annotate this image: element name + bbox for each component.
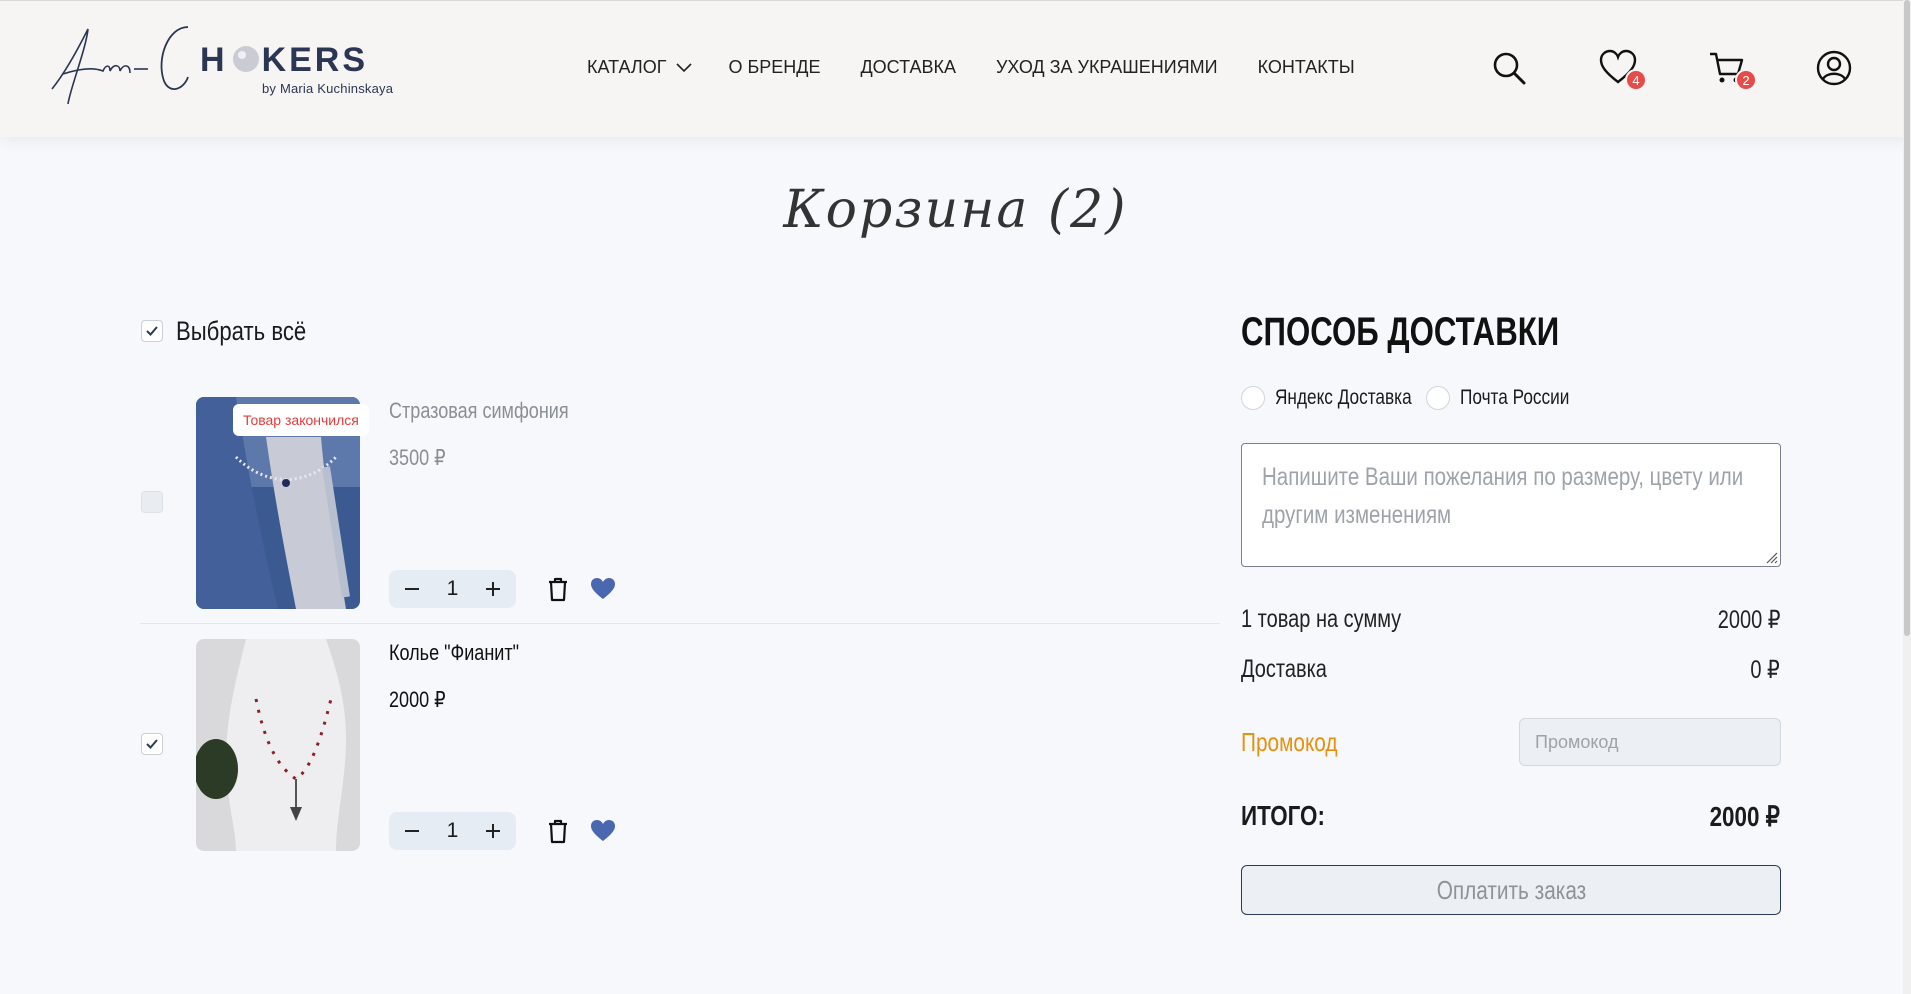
scrollbar[interactable] [1903, 0, 1911, 994]
cart-icon[interactable]: 2 [1708, 49, 1757, 91]
wishes-placeholder: Напишите Ваши пожелания по размеру, цвет… [1262, 463, 1744, 529]
select-all-checkbox[interactable] [141, 320, 163, 342]
item-price: 2000 ₽ [389, 687, 446, 712]
page-title: Корзина (2) [783, 180, 1128, 240]
nav-care[interactable]: УХОД ЗА УКРАШЕНИЯМИ [996, 57, 1218, 78]
favorite-heart-icon[interactable] [589, 575, 617, 603]
quantity-value: 1 [446, 819, 459, 842]
nav-contacts[interactable]: КОНТАКТЫ [1258, 57, 1355, 78]
decrease-button[interactable] [399, 818, 425, 844]
logo-wordmark: H KERS [200, 41, 369, 79]
sold-out-badge: Товар закончился [233, 404, 369, 436]
search-icon[interactable] [1490, 49, 1528, 87]
item-divider [140, 623, 1220, 624]
nav-about[interactable]: О БРЕНДЕ [728, 57, 820, 78]
item-name[interactable]: Стразовая симфония [389, 398, 569, 424]
radio-yandex-delivery[interactable] [1241, 386, 1265, 410]
item-checkbox[interactable] [141, 491, 163, 513]
promo-input[interactable]: Промокод [1519, 718, 1781, 766]
cart-count-badge: 2 [1735, 69, 1757, 91]
logo-subtitle: by Maria Kuchinskaya [262, 81, 394, 96]
main-nav: КАТАЛОГ О БРЕНДЕ ДОСТАВКА УХОД ЗА УКРАШЕ… [587, 57, 1355, 78]
pay-order-label: Оплатить заказ [1436, 874, 1586, 905]
delivery-cost-value: 0 ₽ [1750, 656, 1780, 684]
items-sum-label: 1 товар на сумму [1241, 605, 1402, 633]
items-sum-value: 2000 ₽ [1717, 606, 1780, 634]
radio-yandex-label[interactable]: Яндекс Доставка [1275, 386, 1412, 410]
user-icon[interactable] [1815, 49, 1853, 87]
quantity-stepper: 1 [389, 570, 516, 608]
trash-icon[interactable] [544, 817, 572, 845]
total-value: 2000 ₽ [1709, 801, 1780, 832]
site-header: H KERS by Maria Kuchinskaya КАТАЛОГ О БРЕ… [0, 0, 1911, 137]
favorites-count-badge: 4 [1625, 69, 1647, 91]
decrease-button[interactable] [399, 576, 425, 602]
promo-label: Промокод [1241, 727, 1338, 757]
product-image[interactable] [196, 639, 360, 851]
chevron-down-icon [676, 57, 693, 78]
scrollbar-thumb[interactable] [1904, 0, 1910, 636]
nav-catalog-label: КАТАЛОГ [587, 57, 667, 77]
delivery-cost-label: Доставка [1241, 655, 1327, 683]
delivery-method-title: СПОСОБ ДОСТАВКИ [1241, 310, 1560, 354]
increase-button[interactable] [480, 576, 506, 602]
total-label: ИТОГО: [1241, 800, 1325, 831]
wishes-textarea[interactable]: Напишите Ваши пожелания по размеру, цвет… [1241, 443, 1781, 567]
heart-icon[interactable]: 4 [1599, 49, 1647, 91]
quantity-stepper: 1 [389, 812, 516, 850]
resize-handle-icon[interactable] [1764, 550, 1778, 564]
nav-catalog[interactable]: КАТАЛОГ [587, 57, 693, 78]
increase-button[interactable] [480, 818, 506, 844]
select-all-label: Выбрать всё [176, 316, 307, 346]
nav-delivery[interactable]: ДОСТАВКА [860, 57, 956, 78]
quantity-value: 1 [446, 577, 459, 600]
trash-icon[interactable] [544, 575, 572, 603]
item-price: 3500 ₽ [389, 445, 446, 470]
item-checkbox[interactable] [141, 733, 163, 755]
radio-russian-post-label[interactable]: Почта России [1460, 386, 1569, 410]
radio-russian-post[interactable] [1426, 386, 1450, 410]
favorite-heart-icon[interactable] [589, 817, 617, 845]
brand-logo[interactable]: H KERS by Maria Kuchinskaya [48, 19, 398, 119]
pay-order-button[interactable]: Оплатить заказ [1241, 865, 1781, 915]
item-name[interactable]: Колье "Фианит" [389, 640, 519, 666]
